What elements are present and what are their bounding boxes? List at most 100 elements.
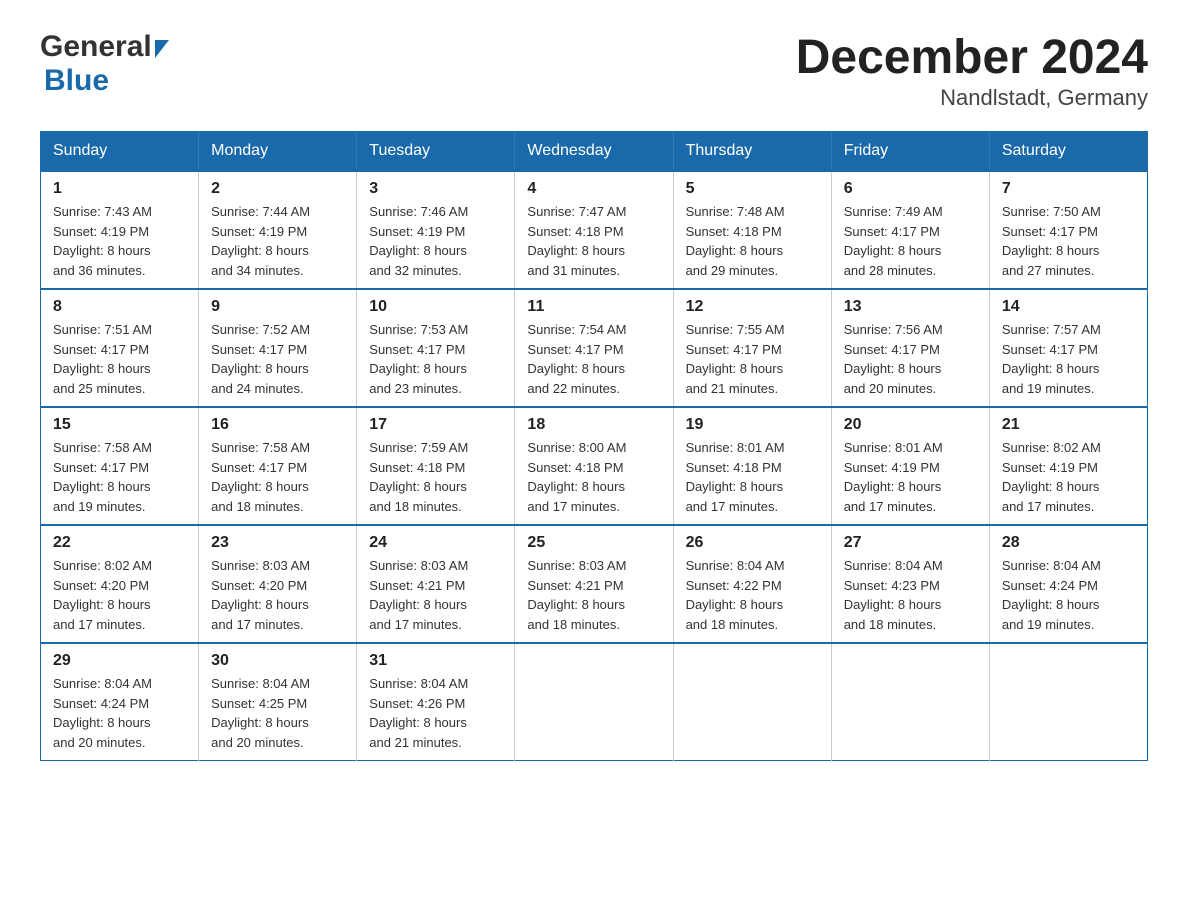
calendar-week-row: 22 Sunrise: 8:02 AMSunset: 4:20 PMDaylig… [41, 525, 1148, 643]
calendar-day-cell: 10 Sunrise: 7:53 AMSunset: 4:17 PMDaylig… [357, 289, 515, 407]
calendar-day-cell: 29 Sunrise: 8:04 AMSunset: 4:24 PMDaylig… [41, 643, 199, 761]
day-info: Sunrise: 7:46 AMSunset: 4:19 PMDaylight:… [369, 202, 502, 280]
day-info: Sunrise: 7:47 AMSunset: 4:18 PMDaylight:… [527, 202, 660, 280]
day-info: Sunrise: 7:50 AMSunset: 4:17 PMDaylight:… [1002, 202, 1135, 280]
calendar-day-cell [515, 643, 673, 761]
calendar-week-row: 15 Sunrise: 7:58 AMSunset: 4:17 PMDaylig… [41, 407, 1148, 525]
day-number: 8 [53, 298, 186, 316]
day-info: Sunrise: 8:04 AMSunset: 4:23 PMDaylight:… [844, 556, 977, 634]
calendar-day-cell: 24 Sunrise: 8:03 AMSunset: 4:21 PMDaylig… [357, 525, 515, 643]
page-header: General Blue December 2024 Nandlstadt, G… [40, 30, 1148, 111]
logo-blue-text: Blue [40, 64, 109, 98]
day-number: 14 [1002, 298, 1135, 316]
calendar-day-cell: 19 Sunrise: 8:01 AMSunset: 4:18 PMDaylig… [673, 407, 831, 525]
day-number: 5 [686, 180, 819, 198]
weekday-header: Wednesday [515, 132, 673, 172]
day-number: 15 [53, 416, 186, 434]
calendar-day-cell: 17 Sunrise: 7:59 AMSunset: 4:18 PMDaylig… [357, 407, 515, 525]
day-number: 12 [686, 298, 819, 316]
day-info: Sunrise: 7:43 AMSunset: 4:19 PMDaylight:… [53, 202, 186, 280]
day-info: Sunrise: 7:51 AMSunset: 4:17 PMDaylight:… [53, 320, 186, 398]
day-number: 10 [369, 298, 502, 316]
day-info: Sunrise: 8:04 AMSunset: 4:25 PMDaylight:… [211, 674, 344, 752]
day-info: Sunrise: 7:58 AMSunset: 4:17 PMDaylight:… [211, 438, 344, 516]
calendar-day-cell: 1 Sunrise: 7:43 AMSunset: 4:19 PMDayligh… [41, 171, 199, 289]
day-number: 13 [844, 298, 977, 316]
day-info: Sunrise: 7:44 AMSunset: 4:19 PMDaylight:… [211, 202, 344, 280]
day-number: 4 [527, 180, 660, 198]
logo-general-text: General [40, 30, 152, 64]
calendar-day-cell: 22 Sunrise: 8:02 AMSunset: 4:20 PMDaylig… [41, 525, 199, 643]
calendar-day-cell: 4 Sunrise: 7:47 AMSunset: 4:18 PMDayligh… [515, 171, 673, 289]
day-info: Sunrise: 7:57 AMSunset: 4:17 PMDaylight:… [1002, 320, 1135, 398]
calendar-day-cell: 5 Sunrise: 7:48 AMSunset: 4:18 PMDayligh… [673, 171, 831, 289]
day-info: Sunrise: 8:01 AMSunset: 4:18 PMDaylight:… [686, 438, 819, 516]
day-info: Sunrise: 8:04 AMSunset: 4:24 PMDaylight:… [1002, 556, 1135, 634]
weekday-header: Monday [199, 132, 357, 172]
calendar-day-cell: 26 Sunrise: 8:04 AMSunset: 4:22 PMDaylig… [673, 525, 831, 643]
weekday-header: Thursday [673, 132, 831, 172]
day-info: Sunrise: 7:58 AMSunset: 4:17 PMDaylight:… [53, 438, 186, 516]
day-info: Sunrise: 8:04 AMSunset: 4:24 PMDaylight:… [53, 674, 186, 752]
calendar-week-row: 1 Sunrise: 7:43 AMSunset: 4:19 PMDayligh… [41, 171, 1148, 289]
calendar-day-cell: 9 Sunrise: 7:52 AMSunset: 4:17 PMDayligh… [199, 289, 357, 407]
day-number: 23 [211, 534, 344, 552]
day-info: Sunrise: 8:01 AMSunset: 4:19 PMDaylight:… [844, 438, 977, 516]
calendar-header-row: SundayMondayTuesdayWednesdayThursdayFrid… [41, 132, 1148, 172]
calendar-day-cell [673, 643, 831, 761]
day-number: 7 [1002, 180, 1135, 198]
day-number: 6 [844, 180, 977, 198]
calendar-day-cell: 27 Sunrise: 8:04 AMSunset: 4:23 PMDaylig… [831, 525, 989, 643]
day-info: Sunrise: 8:02 AMSunset: 4:20 PMDaylight:… [53, 556, 186, 634]
logo-arrow-icon [155, 40, 169, 58]
calendar-day-cell: 8 Sunrise: 7:51 AMSunset: 4:17 PMDayligh… [41, 289, 199, 407]
day-info: Sunrise: 7:56 AMSunset: 4:17 PMDaylight:… [844, 320, 977, 398]
calendar-day-cell: 23 Sunrise: 8:03 AMSunset: 4:20 PMDaylig… [199, 525, 357, 643]
page-title: December 2024 [796, 30, 1148, 85]
calendar-day-cell: 31 Sunrise: 8:04 AMSunset: 4:26 PMDaylig… [357, 643, 515, 761]
day-info: Sunrise: 8:02 AMSunset: 4:19 PMDaylight:… [1002, 438, 1135, 516]
day-number: 1 [53, 180, 186, 198]
day-number: 21 [1002, 416, 1135, 434]
weekday-header: Friday [831, 132, 989, 172]
day-number: 18 [527, 416, 660, 434]
calendar-day-cell: 18 Sunrise: 8:00 AMSunset: 4:18 PMDaylig… [515, 407, 673, 525]
calendar-day-cell: 3 Sunrise: 7:46 AMSunset: 4:19 PMDayligh… [357, 171, 515, 289]
calendar-day-cell: 20 Sunrise: 8:01 AMSunset: 4:19 PMDaylig… [831, 407, 989, 525]
calendar-table: SundayMondayTuesdayWednesdayThursdayFrid… [40, 131, 1148, 761]
day-number: 26 [686, 534, 819, 552]
logo: General Blue [40, 30, 169, 98]
calendar-day-cell: 16 Sunrise: 7:58 AMSunset: 4:17 PMDaylig… [199, 407, 357, 525]
day-number: 27 [844, 534, 977, 552]
calendar-day-cell: 14 Sunrise: 7:57 AMSunset: 4:17 PMDaylig… [989, 289, 1147, 407]
calendar-day-cell: 11 Sunrise: 7:54 AMSunset: 4:17 PMDaylig… [515, 289, 673, 407]
day-number: 20 [844, 416, 977, 434]
day-info: Sunrise: 7:48 AMSunset: 4:18 PMDaylight:… [686, 202, 819, 280]
calendar-day-cell [989, 643, 1147, 761]
day-info: Sunrise: 7:52 AMSunset: 4:17 PMDaylight:… [211, 320, 344, 398]
day-number: 25 [527, 534, 660, 552]
day-info: Sunrise: 7:53 AMSunset: 4:17 PMDaylight:… [369, 320, 502, 398]
calendar-day-cell: 28 Sunrise: 8:04 AMSunset: 4:24 PMDaylig… [989, 525, 1147, 643]
calendar-day-cell: 6 Sunrise: 7:49 AMSunset: 4:17 PMDayligh… [831, 171, 989, 289]
day-number: 19 [686, 416, 819, 434]
calendar-week-row: 8 Sunrise: 7:51 AMSunset: 4:17 PMDayligh… [41, 289, 1148, 407]
day-number: 2 [211, 180, 344, 198]
calendar-day-cell: 12 Sunrise: 7:55 AMSunset: 4:17 PMDaylig… [673, 289, 831, 407]
day-info: Sunrise: 7:55 AMSunset: 4:17 PMDaylight:… [686, 320, 819, 398]
day-info: Sunrise: 8:04 AMSunset: 4:26 PMDaylight:… [369, 674, 502, 752]
calendar-day-cell: 13 Sunrise: 7:56 AMSunset: 4:17 PMDaylig… [831, 289, 989, 407]
day-info: Sunrise: 8:03 AMSunset: 4:21 PMDaylight:… [527, 556, 660, 634]
weekday-header: Saturday [989, 132, 1147, 172]
calendar-day-cell: 21 Sunrise: 8:02 AMSunset: 4:19 PMDaylig… [989, 407, 1147, 525]
day-number: 28 [1002, 534, 1135, 552]
day-number: 29 [53, 652, 186, 670]
weekday-header: Sunday [41, 132, 199, 172]
day-number: 11 [527, 298, 660, 316]
day-info: Sunrise: 8:03 AMSunset: 4:20 PMDaylight:… [211, 556, 344, 634]
day-number: 3 [369, 180, 502, 198]
day-info: Sunrise: 7:59 AMSunset: 4:18 PMDaylight:… [369, 438, 502, 516]
day-number: 22 [53, 534, 186, 552]
day-info: Sunrise: 8:03 AMSunset: 4:21 PMDaylight:… [369, 556, 502, 634]
day-number: 31 [369, 652, 502, 670]
